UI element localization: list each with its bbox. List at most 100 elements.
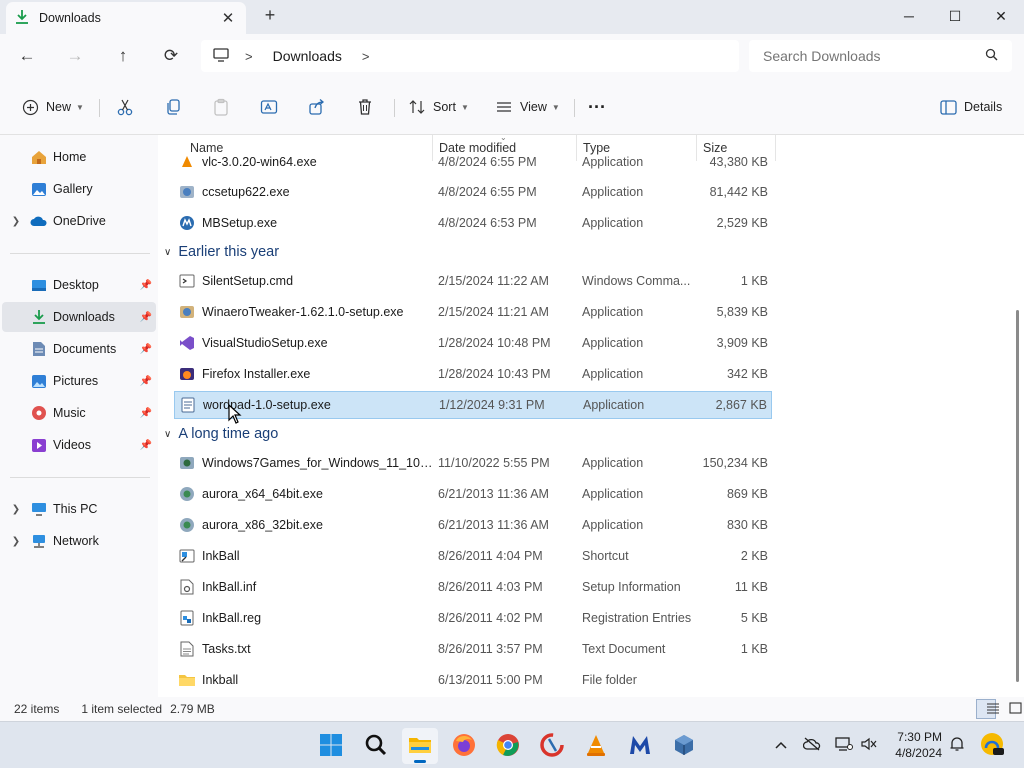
list-item[interactable]: MBSetup.exe 4/8/2024 6:53 PM Application… <box>174 209 772 237</box>
maximize-button[interactable]: ☐ <box>932 0 978 32</box>
back-button[interactable]: ← <box>12 42 42 70</box>
taskbar-search-button[interactable] <box>358 728 394 764</box>
search-input[interactable] <box>763 48 963 64</box>
pin-icon[interactable]: 📌 <box>140 408 152 419</box>
clock-date: 4/8/2024 <box>895 746 942 760</box>
navigation-pane: Home Gallery ❯ OneDrive Desktop 📌 Downlo… <box>0 135 158 697</box>
sidebar-item-network[interactable]: ❯ Network <box>2 526 156 556</box>
list-item[interactable]: ccsetup622.exe 4/8/2024 6:55 PM Applicat… <box>174 178 772 206</box>
onedrive-tray-icon[interactable] <box>801 734 823 756</box>
tab-close-button[interactable]: ✕ <box>218 9 238 27</box>
list-item[interactable]: VisualStudioSetup.exe 1/28/2024 10:48 PM… <box>174 329 772 357</box>
more-options-button[interactable]: ··· <box>588 93 606 121</box>
list-item[interactable]: Windows7Games_for_Windows_11_10_8.... 11… <box>174 449 772 477</box>
taskbar-malwarebytes[interactable] <box>622 728 658 764</box>
pin-icon[interactable]: 📌 <box>140 312 152 323</box>
chevron-right-icon[interactable]: ❯ <box>2 504 30 515</box>
new-tab-button[interactable]: + <box>258 5 282 26</box>
chevron-right-icon[interactable]: ❯ <box>2 536 30 547</box>
taskbar-virtualbox[interactable] <box>666 728 702 764</box>
new-button[interactable]: New ▼ <box>20 93 84 121</box>
chevron-right-icon[interactable]: > <box>362 49 370 64</box>
delete-button[interactable] <box>355 93 375 121</box>
file-name: Firefox Installer.exe <box>202 367 311 381</box>
list-item[interactable]: Tasks.txt 8/26/2011 3:57 PM Text Documen… <box>174 635 772 663</box>
list-item[interactable]: SilentSetup.cmd 2/15/2024 11:22 AM Windo… <box>174 267 772 295</box>
list-item[interactable]: InkBall.reg 8/26/2011 4:02 PM Registrati… <box>174 604 772 632</box>
list-item[interactable]: aurora_x64_64bit.exe 6/21/2013 11:36 AM … <box>174 480 772 508</box>
vertical-scrollbar[interactable] <box>1014 135 1024 697</box>
sort-button[interactable]: Sort ▼ <box>407 93 469 121</box>
sidebar-item-desktop[interactable]: Desktop 📌 <box>2 270 156 300</box>
view-button[interactable]: View ▼ <box>494 93 560 121</box>
sidebar-item-music[interactable]: Music 📌 <box>2 398 156 428</box>
pin-icon[interactable]: 📌 <box>140 376 152 387</box>
minimize-button[interactable]: ─ <box>886 0 932 32</box>
address-bar[interactable]: > Downloads > <box>201 40 739 72</box>
sidebar-item-pictures[interactable]: Pictures 📌 <box>2 366 156 396</box>
tiles-view-button[interactable] <box>998 699 1022 719</box>
close-button[interactable]: ✕ <box>978 0 1024 32</box>
list-item[interactable]: WinaeroTweaker-1.62.1.0-setup.exe 2/15/2… <box>174 298 772 326</box>
share-button[interactable] <box>307 93 327 121</box>
list-item-selected[interactable]: wordpad-1.0-setup.exe 1/12/2024 9:31 PM … <box>174 391 772 419</box>
list-item[interactable]: Firefox Installer.exe 1/28/2024 10:43 PM… <box>174 360 772 388</box>
sidebar-item-documents[interactable]: Documents 📌 <box>2 334 156 364</box>
sidebar-item-downloads[interactable]: Downloads 📌 <box>2 302 156 332</box>
paste-button[interactable] <box>211 93 231 121</box>
sidebar-item-onedrive[interactable]: ❯ OneDrive <box>2 206 156 236</box>
group-header-long-ago[interactable]: ∨ A long time ago <box>164 421 278 447</box>
sidebar-item-gallery[interactable]: Gallery <box>2 174 156 204</box>
chrome-icon <box>496 733 520 760</box>
list-item[interactable]: InkBall 8/26/2011 4:04 PM Shortcut 2 KB <box>174 542 772 570</box>
list-item[interactable]: InkBall.inf 8/26/2011 4:03 PM Setup Info… <box>174 573 772 601</box>
file-size: 1 KB <box>740 274 768 288</box>
search-box[interactable] <box>749 40 1012 72</box>
file-size: 1 KB <box>740 642 768 656</box>
details-button[interactable]: Details <box>938 93 1002 121</box>
up-button[interactable]: ↑ <box>108 42 138 70</box>
show-hidden-icons-button[interactable] <box>770 734 792 756</box>
search-icon[interactable] <box>985 48 998 64</box>
list-item[interactable]: aurora_x86_32bit.exe 6/21/2013 11:36 AM … <box>174 511 772 539</box>
start-button[interactable] <box>313 728 349 764</box>
installer-icon <box>178 517 196 533</box>
pin-icon[interactable]: 📌 <box>140 440 152 451</box>
group-header-earlier[interactable]: ∨ Earlier this year <box>164 239 279 265</box>
copy-button[interactable] <box>163 93 183 121</box>
scrollbar-thumb[interactable] <box>1016 310 1019 682</box>
sidebar-item-home[interactable]: Home <box>2 142 156 172</box>
monitor-icon <box>213 47 233 65</box>
list-item[interactable]: Inkball 6/13/2011 5:00 PM File folder <box>174 666 772 694</box>
firefox-icon <box>452 733 476 760</box>
sidebar-item-this-pc[interactable]: ❯ This PC <box>2 494 156 524</box>
taskbar-file-explorer[interactable] <box>402 728 438 764</box>
taskbar-ccleaner[interactable] <box>534 728 570 764</box>
divider <box>99 99 100 117</box>
cut-button[interactable] <box>115 93 135 121</box>
installer-icon <box>178 304 196 320</box>
notifications-button[interactable] <box>946 734 968 756</box>
file-list: Name ⌄ Date modified Type Size vlc-3.0.2… <box>158 135 1014 697</box>
refresh-button[interactable]: ⟳ <box>156 42 186 70</box>
taskbar-chrome[interactable] <box>490 728 526 764</box>
taskbar-firefox[interactable] <box>446 728 482 764</box>
pin-icon[interactable]: 📌 <box>140 344 152 355</box>
rename-button[interactable] <box>259 93 279 121</box>
breadcrumb-downloads[interactable]: Downloads <box>273 48 342 64</box>
forward-button[interactable]: → <box>60 42 90 70</box>
taskbar-vlc[interactable] <box>578 728 614 764</box>
file-size: 11 KB <box>734 580 768 594</box>
details-view-button[interactable] <box>976 699 999 719</box>
copilot-button[interactable] <box>978 731 1006 759</box>
desktop-icon <box>30 277 48 293</box>
selection-size: 2.79 MB <box>170 702 215 716</box>
tab-downloads[interactable]: Downloads ✕ <box>6 2 246 34</box>
pin-icon[interactable]: 📌 <box>140 280 152 291</box>
network-tray-icon[interactable] <box>833 734 855 756</box>
chevron-right-icon[interactable]: > <box>245 49 253 64</box>
list-item[interactable]: vlc-3.0.20-win64.exe 4/8/2024 6:55 PM Ap… <box>174 148 772 176</box>
clock[interactable]: 7:30 PM 4/8/2024 <box>862 729 942 761</box>
chevron-right-icon[interactable]: ❯ <box>2 216 30 227</box>
sidebar-item-videos[interactable]: Videos 📌 <box>2 430 156 460</box>
